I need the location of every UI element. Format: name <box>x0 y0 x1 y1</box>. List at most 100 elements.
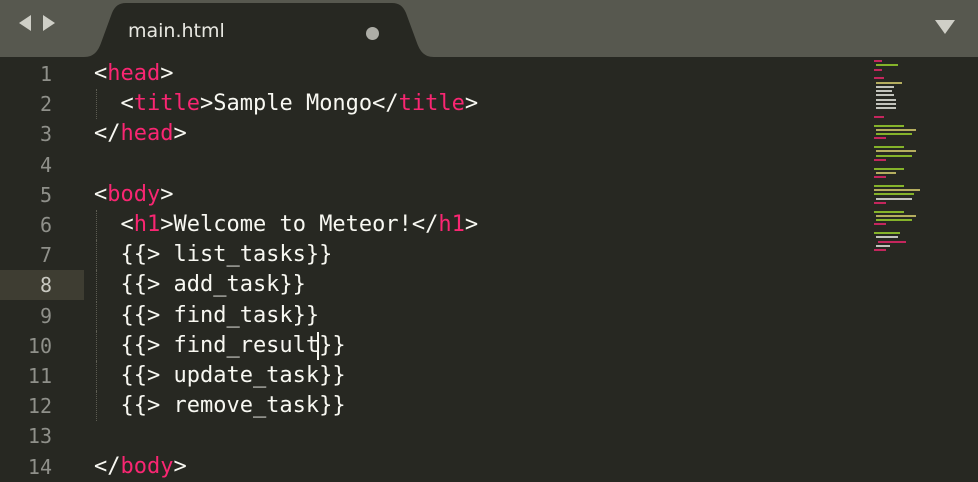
code-line[interactable]: 10 {{> find_result}} <box>0 330 860 361</box>
minimap-line <box>876 133 912 136</box>
line-number: 6 <box>39 213 52 237</box>
code-token: {{> update_task}} <box>94 363 346 388</box>
code-line[interactable]: 11 {{> update_task}} <box>0 361 860 391</box>
minimap-line <box>874 137 886 140</box>
code-text: {{> remove_task}} <box>94 393 346 419</box>
minimap-line <box>876 128 916 131</box>
minimap-line <box>874 167 904 170</box>
code-text: <title>Sample Mongo</title> <box>94 91 478 116</box>
chevron-left-icon[interactable] <box>19 15 31 31</box>
minimap-line <box>876 64 898 67</box>
minimap-line <box>874 115 884 118</box>
code-token: > <box>160 181 174 207</box>
minimap-line <box>876 90 892 93</box>
code-text: {{> find_result}} <box>94 333 345 358</box>
line-number: 13 <box>27 424 52 449</box>
minimap-line <box>876 244 890 247</box>
minimap-line <box>874 189 920 191</box>
code-token: < <box>94 91 134 117</box>
code-token: < <box>94 212 134 237</box>
minimap-line <box>876 81 902 84</box>
code-line[interactable]: 13 <box>0 421 860 451</box>
code-line[interactable]: 9 {{> find_task}} <box>0 300 860 331</box>
code-line[interactable]: 12 {{> remove_task}} <box>0 391 860 422</box>
minimap-line <box>874 77 884 80</box>
code-line[interactable]: 3 </head> <box>0 119 860 149</box>
tag-name: head <box>120 121 174 147</box>
minimap-line <box>874 176 886 179</box>
code-token: > <box>173 121 187 147</box>
minimap-line <box>876 236 898 239</box>
code-token: >Sample Mongo</ <box>199 91 399 117</box>
tab-bar: main.html <box>0 0 978 57</box>
code-token: >Welcome to Meteor!</ <box>160 212 439 237</box>
code-line[interactable]: 1 <head> <box>0 59 860 89</box>
tag-name: h1 <box>438 212 465 237</box>
code-token: < <box>94 61 108 86</box>
tag-name: title <box>398 91 465 117</box>
code-text: <head> <box>94 61 173 86</box>
line-number: 10 <box>27 333 52 358</box>
tag-name: head <box>107 61 161 86</box>
code-token: {{> remove_task}} <box>94 393 346 419</box>
code-line[interactable]: 8 {{> add_task}} <box>0 270 860 301</box>
minimap-line <box>874 60 882 62</box>
minimap-line <box>876 197 912 200</box>
code-line[interactable]: 14 </body> <box>0 452 860 482</box>
tag-name: title <box>133 91 200 117</box>
minimap-line <box>876 94 894 97</box>
code-text: {{> update_task}} <box>94 363 346 388</box>
line-number: 2 <box>39 92 52 117</box>
line-number: 8 <box>39 273 52 298</box>
code-token: {{> add_task}} <box>94 272 306 298</box>
code-line[interactable]: 6 <h1>Welcome to Meteor!</h1> <box>0 210 860 240</box>
code-token: </ <box>94 121 121 147</box>
code-token: > <box>160 61 174 86</box>
line-number: 4 <box>39 152 52 177</box>
triangle-down-icon[interactable] <box>935 20 955 34</box>
code-text: <h1>Welcome to Meteor!</h1> <box>94 212 478 237</box>
minimap[interactable] <box>872 60 942 260</box>
code-text: {{> add_task}} <box>94 272 306 298</box>
minimap-line <box>874 124 904 127</box>
code-line[interactable]: 4 <box>0 150 860 180</box>
chevron-right-icon[interactable] <box>43 15 55 31</box>
minimap-line <box>874 249 886 252</box>
line-number: 11 <box>27 364 52 388</box>
tab-title: main.html <box>128 20 225 42</box>
text-cursor <box>317 332 319 360</box>
code-token: > <box>464 91 479 117</box>
line-number: 3 <box>39 122 52 147</box>
line-number: 5 <box>39 182 52 207</box>
minimap-line <box>874 184 904 187</box>
line-number: 14 <box>27 454 52 479</box>
code-token: {{> list_tasks}} <box>94 242 333 268</box>
minimap-line <box>876 85 894 88</box>
minimap-line <box>874 210 904 213</box>
minimap-line <box>874 232 900 234</box>
minimap-line <box>876 214 916 217</box>
code-line[interactable]: 7 {{> list_tasks}} <box>0 240 860 271</box>
line-number: 9 <box>39 303 52 328</box>
line-number: 7 <box>39 243 52 268</box>
unsaved-dot-icon[interactable] <box>366 27 379 40</box>
code-token: < <box>94 181 108 207</box>
code-token: {{> find_task}} <box>94 302 320 328</box>
code-text: {{> list_tasks}} <box>94 242 332 267</box>
code-token: </ <box>94 453 121 479</box>
minimap-line <box>878 240 906 243</box>
code-text: </head> <box>94 121 187 146</box>
tab-main-html[interactable]: main.html <box>84 3 434 57</box>
code-line[interactable]: 5 <body> <box>0 180 860 210</box>
minimap-line <box>876 103 896 105</box>
minimap-line <box>874 158 886 161</box>
code-editor[interactable]: 1 <head> 2 <title>Sample Mongo</title> 3 </h… <box>0 57 978 480</box>
minimap-line <box>874 201 886 204</box>
code-text: {{> find_task}} <box>94 303 319 328</box>
code-line[interactable]: 2 <title>Sample Mongo</title> <box>0 89 860 120</box>
tag-name: body <box>120 453 174 479</box>
minimap-line <box>876 154 912 157</box>
minimap-line <box>874 193 914 196</box>
code-token: > <box>464 212 479 237</box>
tag-name: body <box>107 181 161 207</box>
